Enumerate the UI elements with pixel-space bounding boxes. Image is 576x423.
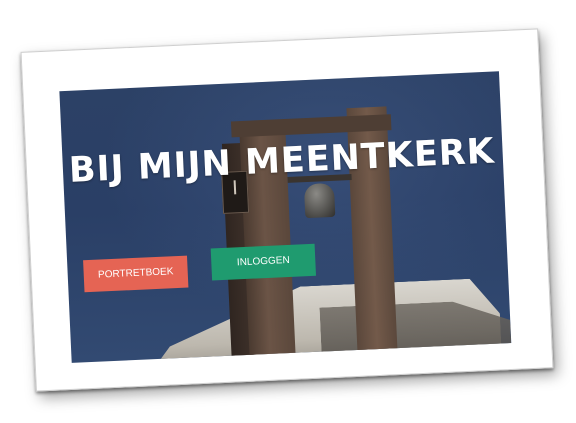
portretboek-button[interactable]: PORTRETBOEK	[83, 255, 189, 293]
stage: BIJ MIJN MEENTKERK PORTRETBOEK INLOGGEN	[0, 0, 576, 423]
bell-icon	[303, 182, 336, 219]
hero-section: BIJ MIJN MEENTKERK PORTRETBOEK INLOGGEN	[59, 71, 512, 363]
photo-frame: BIJ MIJN MEENTKERK PORTRETBOEK INLOGGEN	[20, 28, 554, 392]
inloggen-button[interactable]: INLOGGEN	[210, 243, 317, 281]
